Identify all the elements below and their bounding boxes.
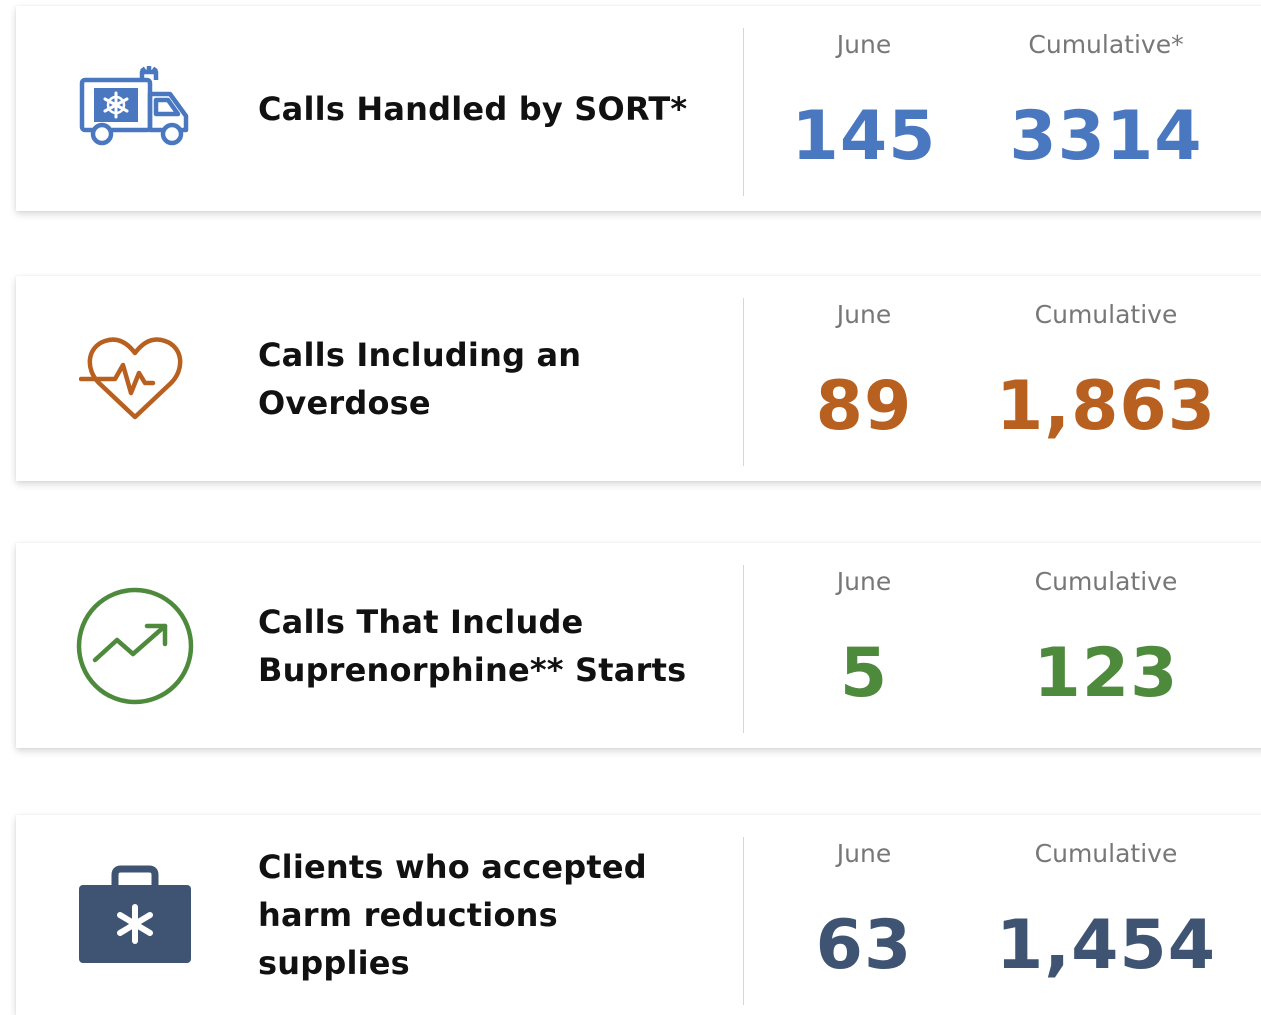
card-label: Clients who accepted harm reductions sup… bbox=[258, 843, 718, 987]
ambulance-icon bbox=[72, 46, 198, 172]
june-column-header: June bbox=[836, 839, 892, 868]
card-label: Calls That Include Buprenorphine** Start… bbox=[258, 598, 718, 694]
cumulative-column-header: Cumulative* bbox=[1028, 30, 1184, 59]
card-label-line: Clients who accepted bbox=[258, 848, 647, 886]
june-value: 145 bbox=[791, 97, 937, 176]
medical-kit-icon bbox=[72, 852, 198, 978]
trend-up-icon bbox=[72, 583, 198, 709]
card-label-line: Overdose bbox=[258, 383, 431, 422]
stat-card-buprenorphine-calls: Calls That Include Buprenorphine** Start… bbox=[16, 543, 1261, 748]
june-column-header: June bbox=[836, 30, 892, 59]
cumulative-value: 1,863 bbox=[995, 367, 1217, 446]
june-column-header: June bbox=[836, 300, 892, 329]
card-label-line: Calls That Include bbox=[258, 602, 584, 641]
card-label-line: Buprenorphine** Starts bbox=[258, 650, 687, 689]
cumulative-column-header: Cumulative bbox=[1034, 567, 1178, 596]
cumulative-value: 3314 bbox=[1009, 97, 1203, 176]
june-value: 63 bbox=[815, 906, 913, 985]
cumulative-value: 1,454 bbox=[995, 906, 1217, 985]
cumulative-column-header: Cumulative bbox=[1034, 839, 1178, 868]
stat-card-sort-calls: Calls Handled by SORT* June Cumulative* … bbox=[16, 6, 1261, 211]
june-value: 89 bbox=[815, 367, 913, 446]
card-label-line: Calls Handled by SORT* bbox=[258, 89, 688, 128]
card-label: Calls Including an Overdose bbox=[258, 331, 718, 427]
card-label-line: harm reductions supplies bbox=[258, 896, 558, 982]
cumulative-value: 123 bbox=[1033, 634, 1179, 713]
heartbeat-icon bbox=[72, 316, 198, 442]
stat-card-overdose-calls: Calls Including an Overdose June Cumulat… bbox=[16, 276, 1261, 481]
june-value: 5 bbox=[839, 634, 889, 713]
card-label-line: Calls Including an bbox=[258, 335, 582, 374]
june-column-header: June bbox=[836, 567, 892, 596]
cumulative-column-header: Cumulative bbox=[1034, 300, 1178, 329]
card-label: Calls Handled by SORT* bbox=[258, 85, 718, 133]
stat-card-harm-reduction: Clients who accepted harm reductions sup… bbox=[16, 815, 1261, 1015]
